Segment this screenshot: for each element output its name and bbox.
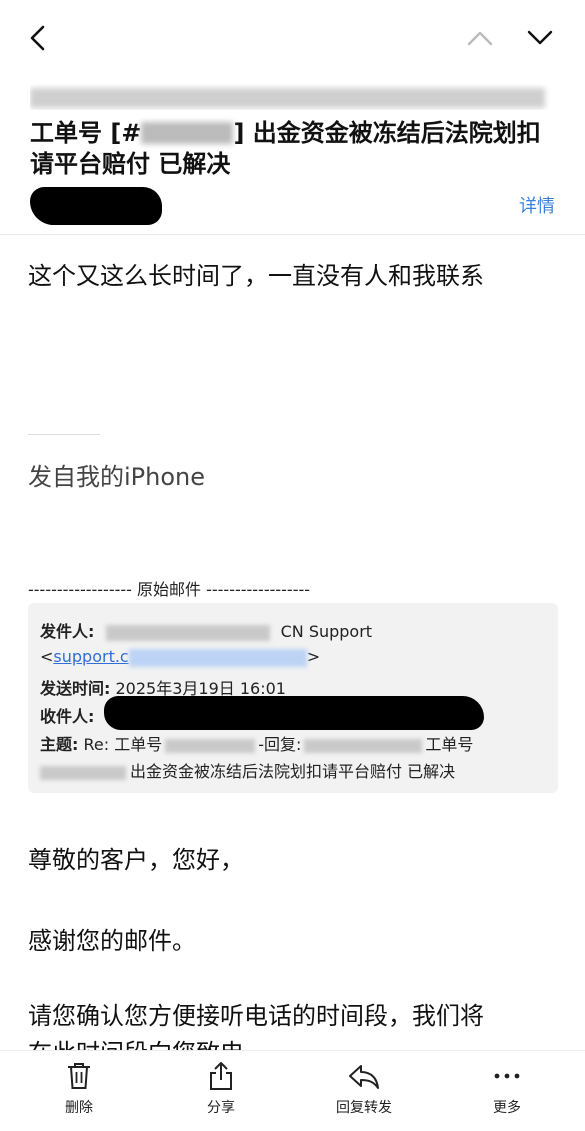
- more-icon: [494, 1073, 520, 1079]
- subject-mid: -回复:: [258, 735, 302, 754]
- redacted-number: [165, 738, 256, 753]
- chevron-left-icon[interactable]: [28, 24, 48, 52]
- subject-prefix: 工单号 [#: [30, 119, 142, 147]
- subject-start: Re: 工单号: [83, 735, 163, 754]
- from-name: CN Support: [280, 622, 373, 641]
- email-open-bracket: <: [40, 647, 54, 666]
- nav-bar: [0, 0, 585, 74]
- body-line: 这个又这么长时间了，一直没有人和我联系: [28, 262, 484, 290]
- reply-forward-button[interactable]: 回复转发: [319, 1061, 409, 1117]
- share-icon: [210, 1062, 232, 1090]
- redacted-ticket-number: [141, 122, 234, 144]
- share-label: 分享: [207, 1100, 235, 1116]
- subject-label: 主题:: [40, 735, 79, 754]
- email-header: 工单号 [#] 出金资金被冻结后法院划扣请平台赔付 已解决 详情: [0, 74, 585, 235]
- more-button[interactable]: 更多: [462, 1061, 552, 1117]
- trash-icon: [68, 1063, 90, 1089]
- redacted-name: [105, 624, 270, 641]
- signature: 发自我的iPhone: [28, 463, 206, 491]
- redacted-sender: [30, 187, 162, 225]
- original-mail-divider: ------------------ 原始邮件 ----------------…: [28, 580, 311, 599]
- delete-button[interactable]: 删除: [34, 1061, 124, 1117]
- details-link[interactable]: 详情: [519, 192, 555, 218]
- subject-redacted-line: [30, 84, 550, 110]
- signature-divider: [28, 434, 100, 435]
- redacted-company: [304, 738, 423, 753]
- reply-forward-label: 回复转发: [336, 1100, 392, 1116]
- quote-email-row: <support.c >: [40, 647, 320, 667]
- sent-label: 发送时间:: [40, 679, 111, 698]
- chevron-up-icon[interactable]: [466, 28, 494, 48]
- more-label: 更多: [493, 1100, 521, 1116]
- quote-subject-row-2: 出金资金被冻结后法院划扣请平台赔付 已解决: [40, 758, 455, 782]
- subject-line2: 出金资金被冻结后法院划扣请平台赔付 已解决: [130, 762, 456, 781]
- email-subject: 工单号 [#] 出金资金被冻结后法院划扣请平台赔付 已解决: [30, 118, 555, 180]
- redacted-recipient: [104, 696, 484, 730]
- sender-email-link[interactable]: support.c: [53, 647, 128, 666]
- chevron-down-icon[interactable]: [526, 28, 554, 48]
- subject-end: 工单号: [425, 735, 474, 754]
- quoted-header: 发件人: CN Support <support.c > 发送时间: 2025年3…: [28, 603, 558, 793]
- delete-label: 删除: [65, 1100, 93, 1116]
- quote-to-row: 收件人:: [40, 703, 94, 727]
- quote-subject-row: 主题: Re: 工单号 -回复: 工单号: [40, 731, 473, 755]
- redacted-ticket: [40, 765, 126, 780]
- email-close-bracket: >: [306, 647, 321, 666]
- thanks: 感谢您的邮件。: [28, 927, 196, 955]
- request-line: 请您确认您方便接听电话的时间段，我们将: [28, 1002, 484, 1030]
- from-label: 发件人:: [40, 622, 95, 641]
- request-line-cut: 在此时间段向您致电: [28, 1033, 244, 1051]
- reply-icon: [349, 1065, 379, 1089]
- share-button[interactable]: 分享: [176, 1061, 266, 1117]
- bottom-toolbar: 删除 分享 回复转发 更多: [0, 1050, 585, 1131]
- redacted-email: [128, 648, 307, 667]
- greeting: 尊敬的客户，您好，: [28, 846, 244, 874]
- to-label: 收件人:: [40, 707, 95, 726]
- quote-from-row: 发件人: CN Support: [40, 618, 372, 642]
